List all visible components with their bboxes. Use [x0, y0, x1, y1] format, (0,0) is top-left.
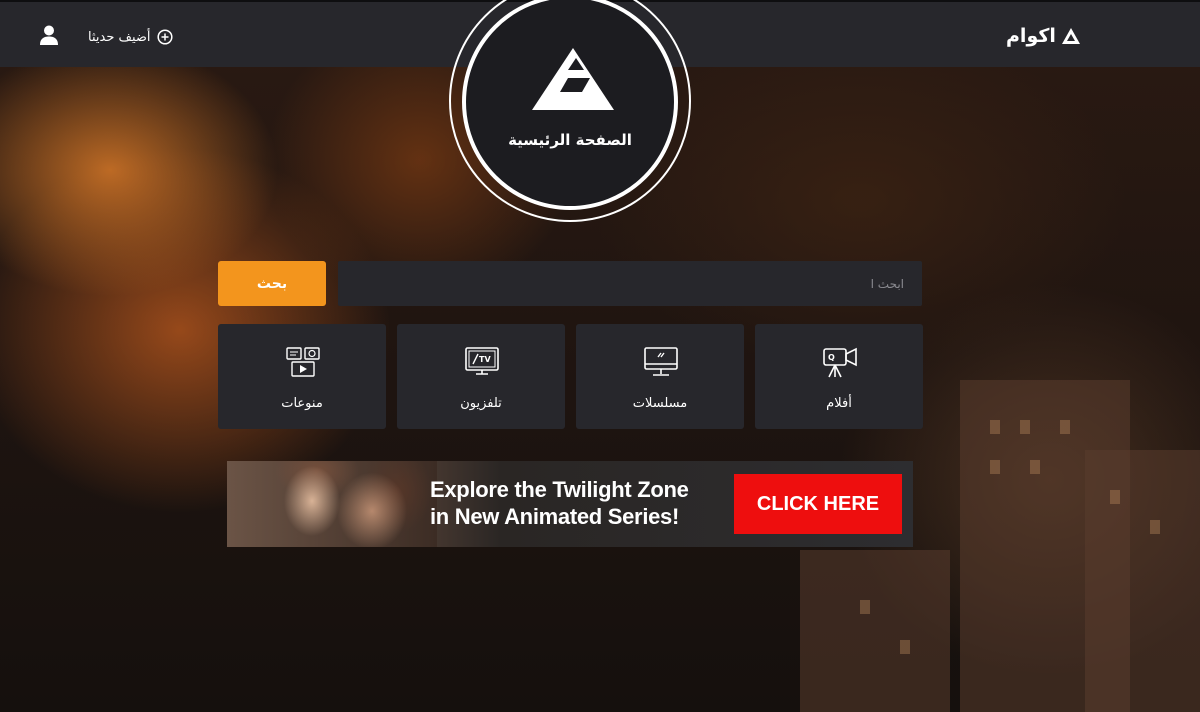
home-button[interactable]: الصفحة الرئيسية	[462, 0, 678, 210]
category-tv[interactable]: TV تلفزيون	[397, 324, 565, 429]
building-window	[990, 460, 1000, 474]
search-input[interactable]	[338, 261, 922, 306]
tv-icon: TV	[465, 347, 499, 375]
svg-text:TV: TV	[479, 355, 491, 364]
ad-couple-photo	[227, 461, 437, 547]
home-label: الصفحة الرئيسية	[508, 131, 632, 149]
ad-banner[interactable]: Explore the Twilight Zone in New Animate…	[227, 461, 913, 547]
ad-click-here-button[interactable]: CLICK HERE	[734, 474, 902, 534]
category-variety[interactable]: منوعات	[218, 324, 386, 429]
search-button[interactable]: بحث	[218, 261, 326, 306]
user-account-icon[interactable]	[38, 24, 60, 46]
building-window	[1030, 460, 1040, 474]
recently-added-label: أضيف حديثا	[88, 29, 151, 45]
building-window	[1020, 420, 1030, 434]
recently-added-link[interactable]: أضيف حديثا	[88, 27, 173, 47]
building-window	[860, 600, 870, 614]
logo-text: اكوام	[1006, 25, 1056, 47]
category-movies[interactable]: Q أفلام	[755, 324, 923, 429]
building-window	[1110, 490, 1120, 504]
movie-camera-icon: Q	[823, 347, 857, 378]
media-mix-icon	[286, 347, 320, 377]
site-logo[interactable]: اكوام	[1006, 24, 1080, 48]
background-building	[1085, 450, 1200, 712]
category-label: أفلام	[826, 396, 852, 411]
home-logo-icon	[532, 48, 614, 110]
logo-triangle-icon	[1061, 28, 1080, 44]
ad-headline: Explore the Twilight Zone in New Animate…	[430, 476, 730, 530]
svg-text:Q: Q	[828, 353, 835, 362]
ad-headline-line2: in New Animated Series!	[430, 504, 680, 529]
background-building	[800, 550, 950, 712]
category-label: مسلسلات	[632, 396, 688, 411]
building-window	[900, 640, 910, 654]
building-window	[1150, 520, 1160, 534]
category-label: منوعات	[281, 396, 323, 411]
building-window	[1060, 420, 1070, 434]
category-label: تلفزيون	[460, 396, 502, 411]
monitor-icon	[644, 347, 678, 376]
building-window	[990, 420, 1000, 434]
category-series[interactable]: مسلسلات	[576, 324, 744, 429]
ad-headline-line1: Explore the Twilight Zone	[430, 477, 689, 502]
plus-circle-icon	[156, 29, 173, 45]
